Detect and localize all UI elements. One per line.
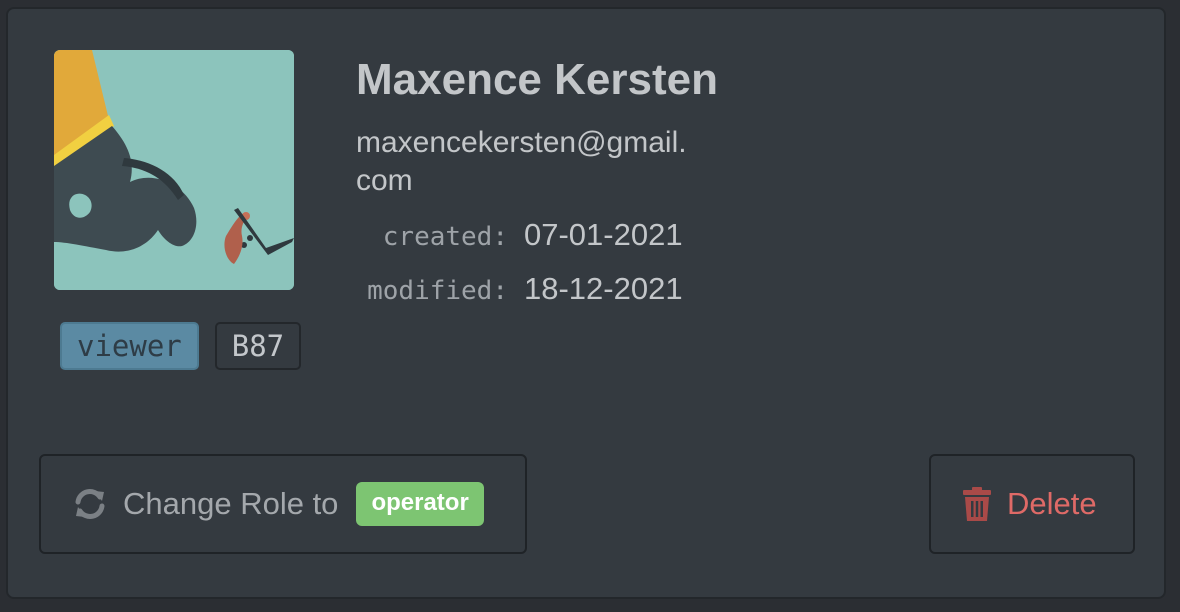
modified-value: 18-12-2021 bbox=[524, 271, 683, 306]
user-email: maxencekersten@gmail.com bbox=[356, 126, 687, 197]
change-role-label: Change Role to bbox=[123, 486, 339, 521]
change-role-button[interactable]: Change Role to operator bbox=[39, 454, 527, 554]
user-tags: viewer B87 bbox=[60, 322, 302, 370]
target-role-badge: operator bbox=[356, 482, 484, 526]
user-code-tag: B87 bbox=[214, 322, 302, 370]
role-tag: viewer bbox=[60, 322, 199, 370]
delete-button[interactable]: Delete bbox=[929, 454, 1135, 554]
hand-holding-beads-icon bbox=[54, 50, 294, 290]
delete-label: Delete bbox=[1007, 486, 1097, 521]
refresh-icon bbox=[73, 487, 107, 521]
created-row: created: 07-01-2021 bbox=[356, 217, 683, 253]
user-avatar bbox=[54, 50, 294, 290]
trash-icon bbox=[963, 487, 991, 521]
user-name: Maxence Kersten bbox=[356, 55, 718, 104]
modified-label: modified: bbox=[367, 276, 508, 306]
user-card: viewer B87 Maxence Kersten maxencekerste… bbox=[6, 7, 1166, 599]
created-value: 07-01-2021 bbox=[524, 217, 683, 252]
created-label: created: bbox=[382, 222, 508, 252]
modified-row: modified: 18-12-2021 bbox=[356, 271, 683, 307]
